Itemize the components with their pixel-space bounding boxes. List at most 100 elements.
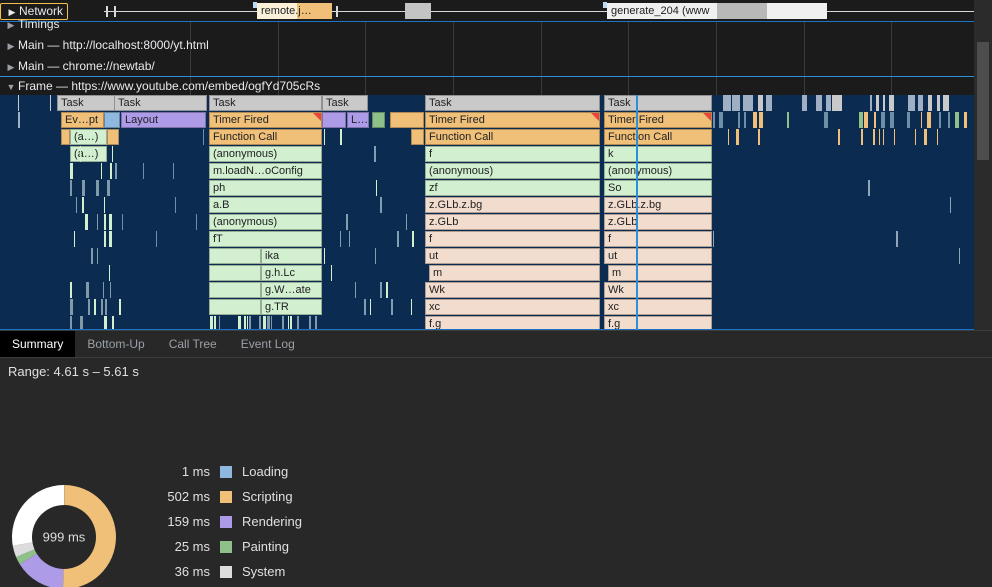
flame-micro-block: [883, 95, 885, 111]
flame-event-block[interactable]: Wk: [604, 282, 712, 298]
tab-bottom-up[interactable]: Bottom-Up: [75, 331, 156, 357]
chevron-right-icon[interactable]: ▶: [5, 36, 17, 57]
playhead-marker: [636, 95, 638, 330]
flame-micro-block: [881, 112, 885, 128]
activity-donut-chart[interactable]: 999 ms: [8, 481, 120, 587]
flame-event-block[interactable]: Timer Fired: [604, 112, 712, 128]
flame-event-block[interactable]: [209, 248, 261, 264]
flame-micro-block: [249, 316, 251, 330]
flame-event-block[interactable]: [390, 112, 424, 128]
legend-row-rendering[interactable]: 159 ms Rendering: [140, 509, 302, 534]
track-label: Main — chrome://newtab/: [18, 59, 155, 73]
legend-row-system[interactable]: 36 ms System: [140, 559, 302, 584]
flame-event-block[interactable]: z.GLb: [604, 214, 712, 230]
flame-micro-block: [309, 316, 311, 330]
flame-event-block[interactable]: [322, 112, 346, 128]
details-panel: Summary Bottom-Up Call Tree Event Log Ra…: [0, 330, 992, 587]
flame-event-block[interactable]: Wk: [425, 282, 600, 298]
flame-event-block[interactable]: [209, 282, 261, 298]
track-header-network[interactable]: ▶ Network: [0, 2, 69, 20]
chevron-right-icon[interactable]: ▶: [6, 5, 18, 20]
flame-event-block[interactable]: Timer Fired: [425, 112, 600, 128]
flame-event-block[interactable]: m: [429, 265, 600, 281]
flame-event-block[interactable]: (anonymous): [209, 214, 322, 230]
flame-event-block[interactable]: (a…): [70, 129, 107, 145]
tab-call-tree[interactable]: Call Tree: [157, 331, 229, 357]
flame-event-block[interactable]: a.B: [209, 197, 322, 213]
tab-summary[interactable]: Summary: [0, 331, 76, 357]
flame-task-block[interactable]: Task: [114, 95, 207, 111]
flame-event-block[interactable]: zf: [425, 180, 600, 196]
flame-event-block[interactable]: m.loadN…oConfig: [209, 163, 322, 179]
flame-micro-block: [101, 299, 103, 315]
track-header-main-localhost[interactable]: ▶ Main — http://localhost:8000/yt.html: [0, 35, 992, 56]
flame-event-block[interactable]: ut: [604, 248, 712, 264]
flame-event-block[interactable]: (a…): [70, 146, 107, 162]
flame-event-block[interactable]: [372, 112, 385, 128]
flame-micro-block: [937, 129, 938, 145]
flame-event-block[interactable]: k: [604, 146, 712, 162]
flame-event-block[interactable]: g.W…ate: [261, 282, 322, 298]
flame-event-block[interactable]: So: [604, 180, 712, 196]
flame-event-block[interactable]: [104, 112, 120, 128]
flame-event-block[interactable]: xc: [425, 299, 600, 315]
chevron-right-icon[interactable]: ▶: [5, 57, 17, 78]
flame-chart[interactable]: Task Task Task Task Task Task Ev…pt Layout Timer…: [0, 95, 974, 330]
legend-row-scripting[interactable]: 502 ms Scripting: [140, 484, 302, 509]
flame-event-block[interactable]: Function Call: [425, 129, 600, 145]
tab-event-log[interactable]: Event Log: [229, 331, 307, 357]
flame-task-block[interactable]: Task: [322, 95, 368, 111]
flame-micro-block: [816, 95, 822, 111]
flame-event-block[interactable]: Function Call: [604, 129, 712, 145]
flame-event-block[interactable]: Layout: [121, 112, 206, 128]
flame-micro-block: [832, 95, 842, 111]
flame-event-block[interactable]: z.GLb.z.bg: [425, 197, 600, 213]
flame-event-block[interactable]: [209, 299, 261, 315]
flame-task-block[interactable]: Task: [209, 95, 322, 111]
track-header-timings[interactable]: ▶ Timings: [0, 14, 992, 35]
flame-event-block[interactable]: (anonymous): [209, 146, 322, 162]
flame-event-block[interactable]: (anonymous): [425, 163, 600, 179]
flame-event-block[interactable]: f: [425, 146, 600, 162]
flame-event-block[interactable]: [107, 129, 119, 145]
flame-event-block[interactable]: Timer Fired: [209, 112, 322, 128]
flame-micro-block: [943, 95, 949, 111]
flame-event-block[interactable]: xc: [604, 299, 712, 315]
flame-event-block[interactable]: f.g: [604, 316, 712, 330]
flame-task-block[interactable]: Task: [604, 95, 712, 111]
flame-event-block[interactable]: g.h.Lc: [261, 265, 322, 281]
flame-event-block[interactable]: Ev…pt: [61, 112, 104, 128]
flame-micro-block: [753, 112, 757, 128]
flame-micro-block: [101, 163, 102, 179]
flame-event-block[interactable]: fT: [209, 231, 322, 247]
track-header-frame-youtube[interactable]: ▼ Frame — https://www.youtube.com/embed/o…: [0, 76, 992, 97]
flame-block-label: Task: [213, 97, 236, 109]
flame-event-block[interactable]: m: [608, 265, 712, 281]
flame-event-block[interactable]: Function Call: [209, 129, 322, 145]
flame-micro-block: [397, 231, 399, 247]
legend-row-painting[interactable]: 25 ms Painting: [140, 534, 302, 559]
flame-micro-block: [948, 112, 950, 128]
flame-event-block[interactable]: f: [604, 231, 712, 247]
flame-event-block[interactable]: z.GLb.z.bg: [604, 197, 712, 213]
warning-triangle-icon: [591, 113, 599, 121]
flame-event-block[interactable]: L…: [347, 112, 369, 128]
flame-event-block[interactable]: (anonymous): [604, 163, 712, 179]
flame-event-block[interactable]: g.TR: [261, 299, 322, 315]
flame-event-block[interactable]: ph: [209, 180, 322, 196]
flame-task-block[interactable]: Task: [425, 95, 600, 111]
legend-row-loading[interactable]: 1 ms Loading: [140, 459, 302, 484]
timeline-scrollbar-thumb[interactable]: [977, 42, 989, 160]
timeline-overview[interactable]: remote.j… generate_204 (www ▶ Network ▶ Ti…: [0, 0, 992, 330]
flame-event-block[interactable]: [209, 265, 261, 281]
flame-event-block[interactable]: f.g: [425, 316, 600, 330]
flame-event-block[interactable]: ika: [261, 248, 322, 264]
timeline-scrollbar-track[interactable]: [974, 0, 992, 330]
flame-event-block[interactable]: z.GLb: [425, 214, 600, 230]
flame-micro-block: [259, 316, 261, 330]
flame-event-block[interactable]: [61, 129, 70, 145]
flame-event-block[interactable]: f: [425, 231, 600, 247]
track-header-main-newtab[interactable]: ▶ Main — chrome://newtab/: [0, 56, 992, 77]
flame-event-block[interactable]: ut: [425, 248, 600, 264]
flame-event-block[interactable]: [411, 129, 424, 145]
